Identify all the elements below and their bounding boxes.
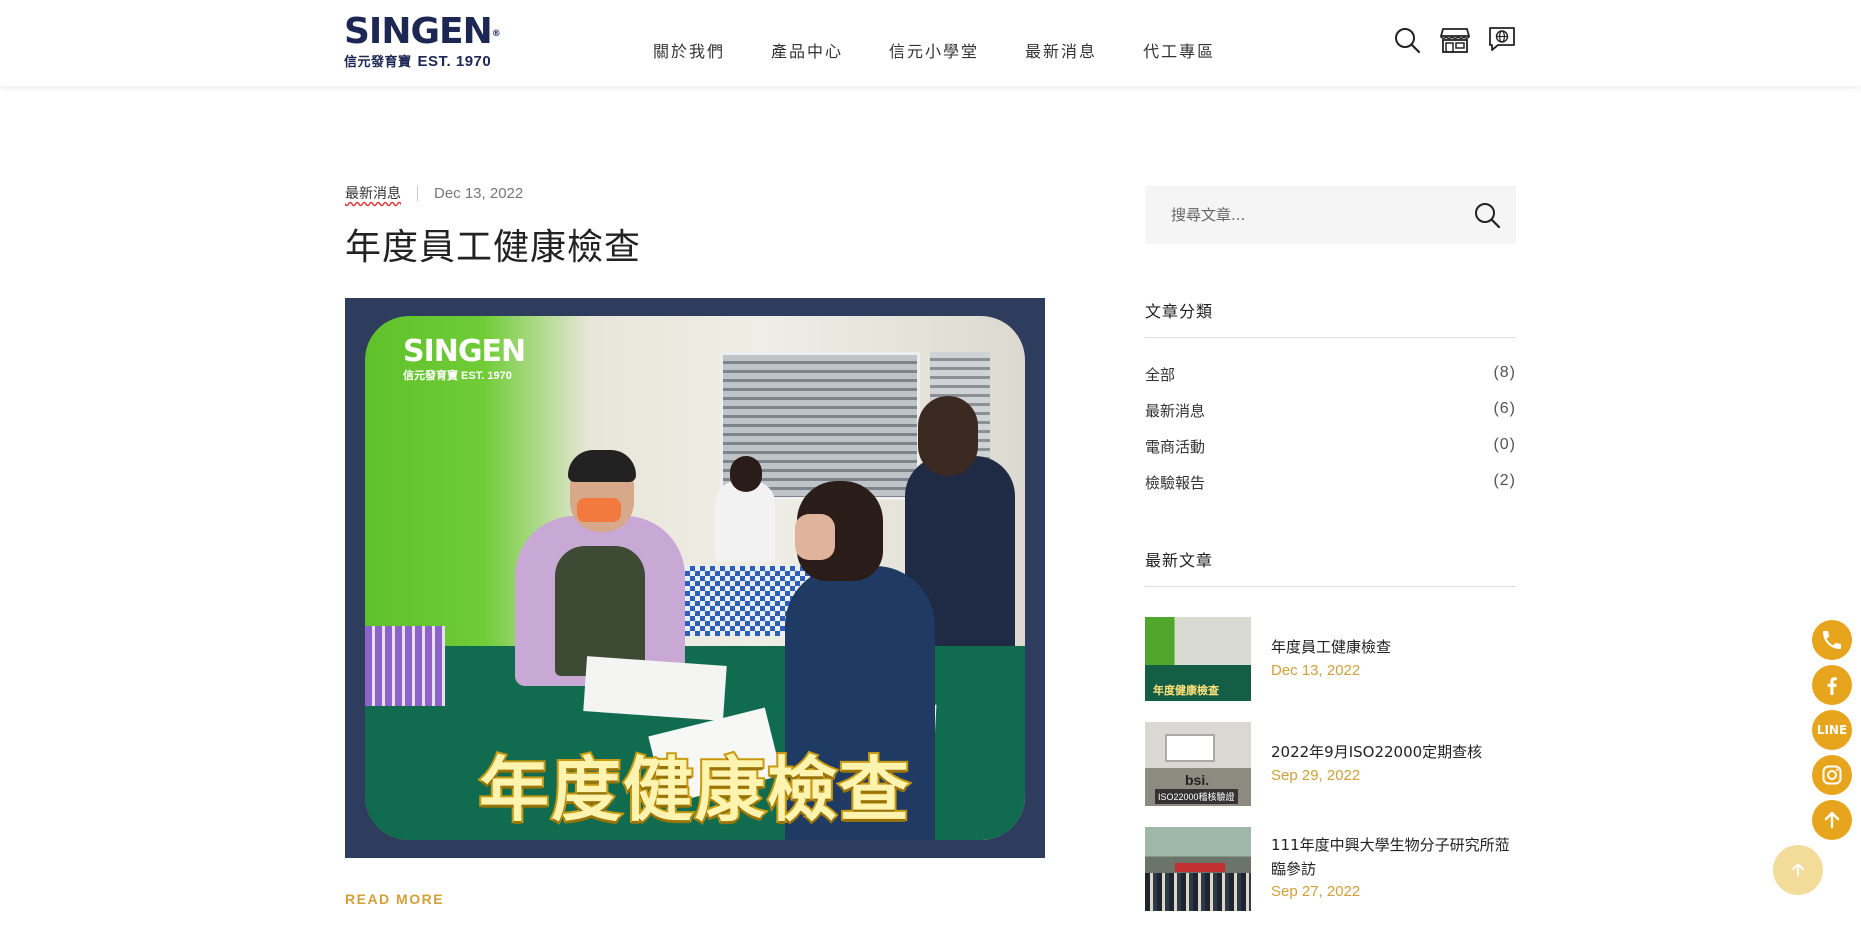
category-item[interactable]: 檢驗報告 (2) xyxy=(1145,472,1516,494)
site-logo[interactable]: SINGEN® 信元發育寶 EST. 1970 xyxy=(344,11,501,71)
meta-divider xyxy=(417,185,418,201)
instagram-icon[interactable] xyxy=(1812,755,1852,795)
store-icon[interactable] xyxy=(1439,25,1471,55)
logo-brand: SINGEN xyxy=(344,11,493,52)
recent-post-thumbnail[interactable]: bsi. ISO22000稽核驗證 xyxy=(1145,722,1251,806)
post-meta: 最新消息 Dec 13, 2022 xyxy=(345,183,523,203)
category-item[interactable]: 電商活動 (0) xyxy=(1145,436,1516,458)
post-category-link[interactable]: 最新消息 xyxy=(345,183,401,203)
recent-post[interactable]: 111年度中興大學生物分子研究所蒞臨參訪 Sep 27, 2022 xyxy=(1145,827,1516,911)
divider xyxy=(1145,337,1516,338)
recent-post-title[interactable]: 年度員工健康檢查 xyxy=(1271,635,1521,659)
divider xyxy=(1145,586,1516,587)
search-input[interactable] xyxy=(1171,204,1451,226)
article-search xyxy=(1145,186,1516,244)
facebook-icon[interactable] xyxy=(1812,665,1852,705)
image-logo: SINGEN 信元發育寶 EST. 1970 xyxy=(403,334,526,382)
nav-products[interactable]: 產品中心 xyxy=(771,38,843,62)
nav-academy[interactable]: 信元小學堂 xyxy=(889,38,979,62)
recent-post-date: Sep 29, 2022 xyxy=(1271,767,1361,784)
site-header: SINGEN® 信元發育寶 EST. 1970 關於我們 產品中心 信元小學堂 最… xyxy=(0,0,1861,86)
recent-post-title[interactable]: 111年度中興大學生物分子研究所蒞臨參訪 xyxy=(1271,833,1521,881)
recent-post[interactable]: bsi. ISO22000稽核驗證 2022年9月ISO22000定期查核 Se… xyxy=(1145,722,1516,806)
categories-heading: 文章分類 xyxy=(1145,302,1214,321)
phone-icon[interactable] xyxy=(1812,620,1852,660)
arrow-up-icon[interactable] xyxy=(1812,800,1852,840)
main-nav: 關於我們 產品中心 信元小學堂 最新消息 代工專區 xyxy=(653,38,1261,62)
recent-post-date: Dec 13, 2022 xyxy=(1271,662,1361,679)
search-submit-icon[interactable] xyxy=(1472,200,1502,230)
recent-post[interactable]: 年度健康檢查 年度員工健康檢查 Dec 13, 2022 xyxy=(1145,617,1516,701)
nav-about[interactable]: 關於我們 xyxy=(653,38,725,62)
recent-post-date: Sep 27, 2022 xyxy=(1271,883,1361,900)
back-to-top-button[interactable] xyxy=(1773,845,1823,895)
arrow-up-icon xyxy=(1792,863,1804,877)
post-title[interactable]: 年度員工健康檢查 xyxy=(345,218,641,270)
read-more-link[interactable]: READ MORE xyxy=(345,891,444,907)
recent-posts-heading: 最新文章 xyxy=(1145,551,1214,570)
logo-sub: 信元發育寶 xyxy=(344,54,412,69)
post-date: Dec 13, 2022 xyxy=(434,184,524,202)
recent-post-title[interactable]: 2022年9月ISO22000定期查核 xyxy=(1271,740,1521,764)
image-caption: 年度健康檢查 xyxy=(477,747,911,833)
recent-post-thumbnail[interactable] xyxy=(1145,827,1251,911)
category-item[interactable]: 最新消息 (6) xyxy=(1145,400,1516,422)
line-icon[interactable]: LINE xyxy=(1812,710,1852,750)
logo-est: EST. 1970 xyxy=(417,53,492,70)
photo-content: SINGEN 信元發育寶 EST. 1970 年度健康檢查 xyxy=(365,316,1025,840)
search-icon[interactable] xyxy=(1392,25,1422,55)
recent-post-thumbnail[interactable]: 年度健康檢查 xyxy=(1145,617,1251,701)
nav-oem[interactable]: 代工專區 xyxy=(1143,38,1215,62)
nav-news[interactable]: 最新消息 xyxy=(1025,38,1097,62)
post-featured-image[interactable]: SINGEN 信元發育寶 EST. 1970 年度健康檢查 xyxy=(345,298,1045,858)
language-chat-icon[interactable] xyxy=(1487,25,1517,55)
category-item[interactable]: 全部 (8) xyxy=(1145,364,1516,386)
